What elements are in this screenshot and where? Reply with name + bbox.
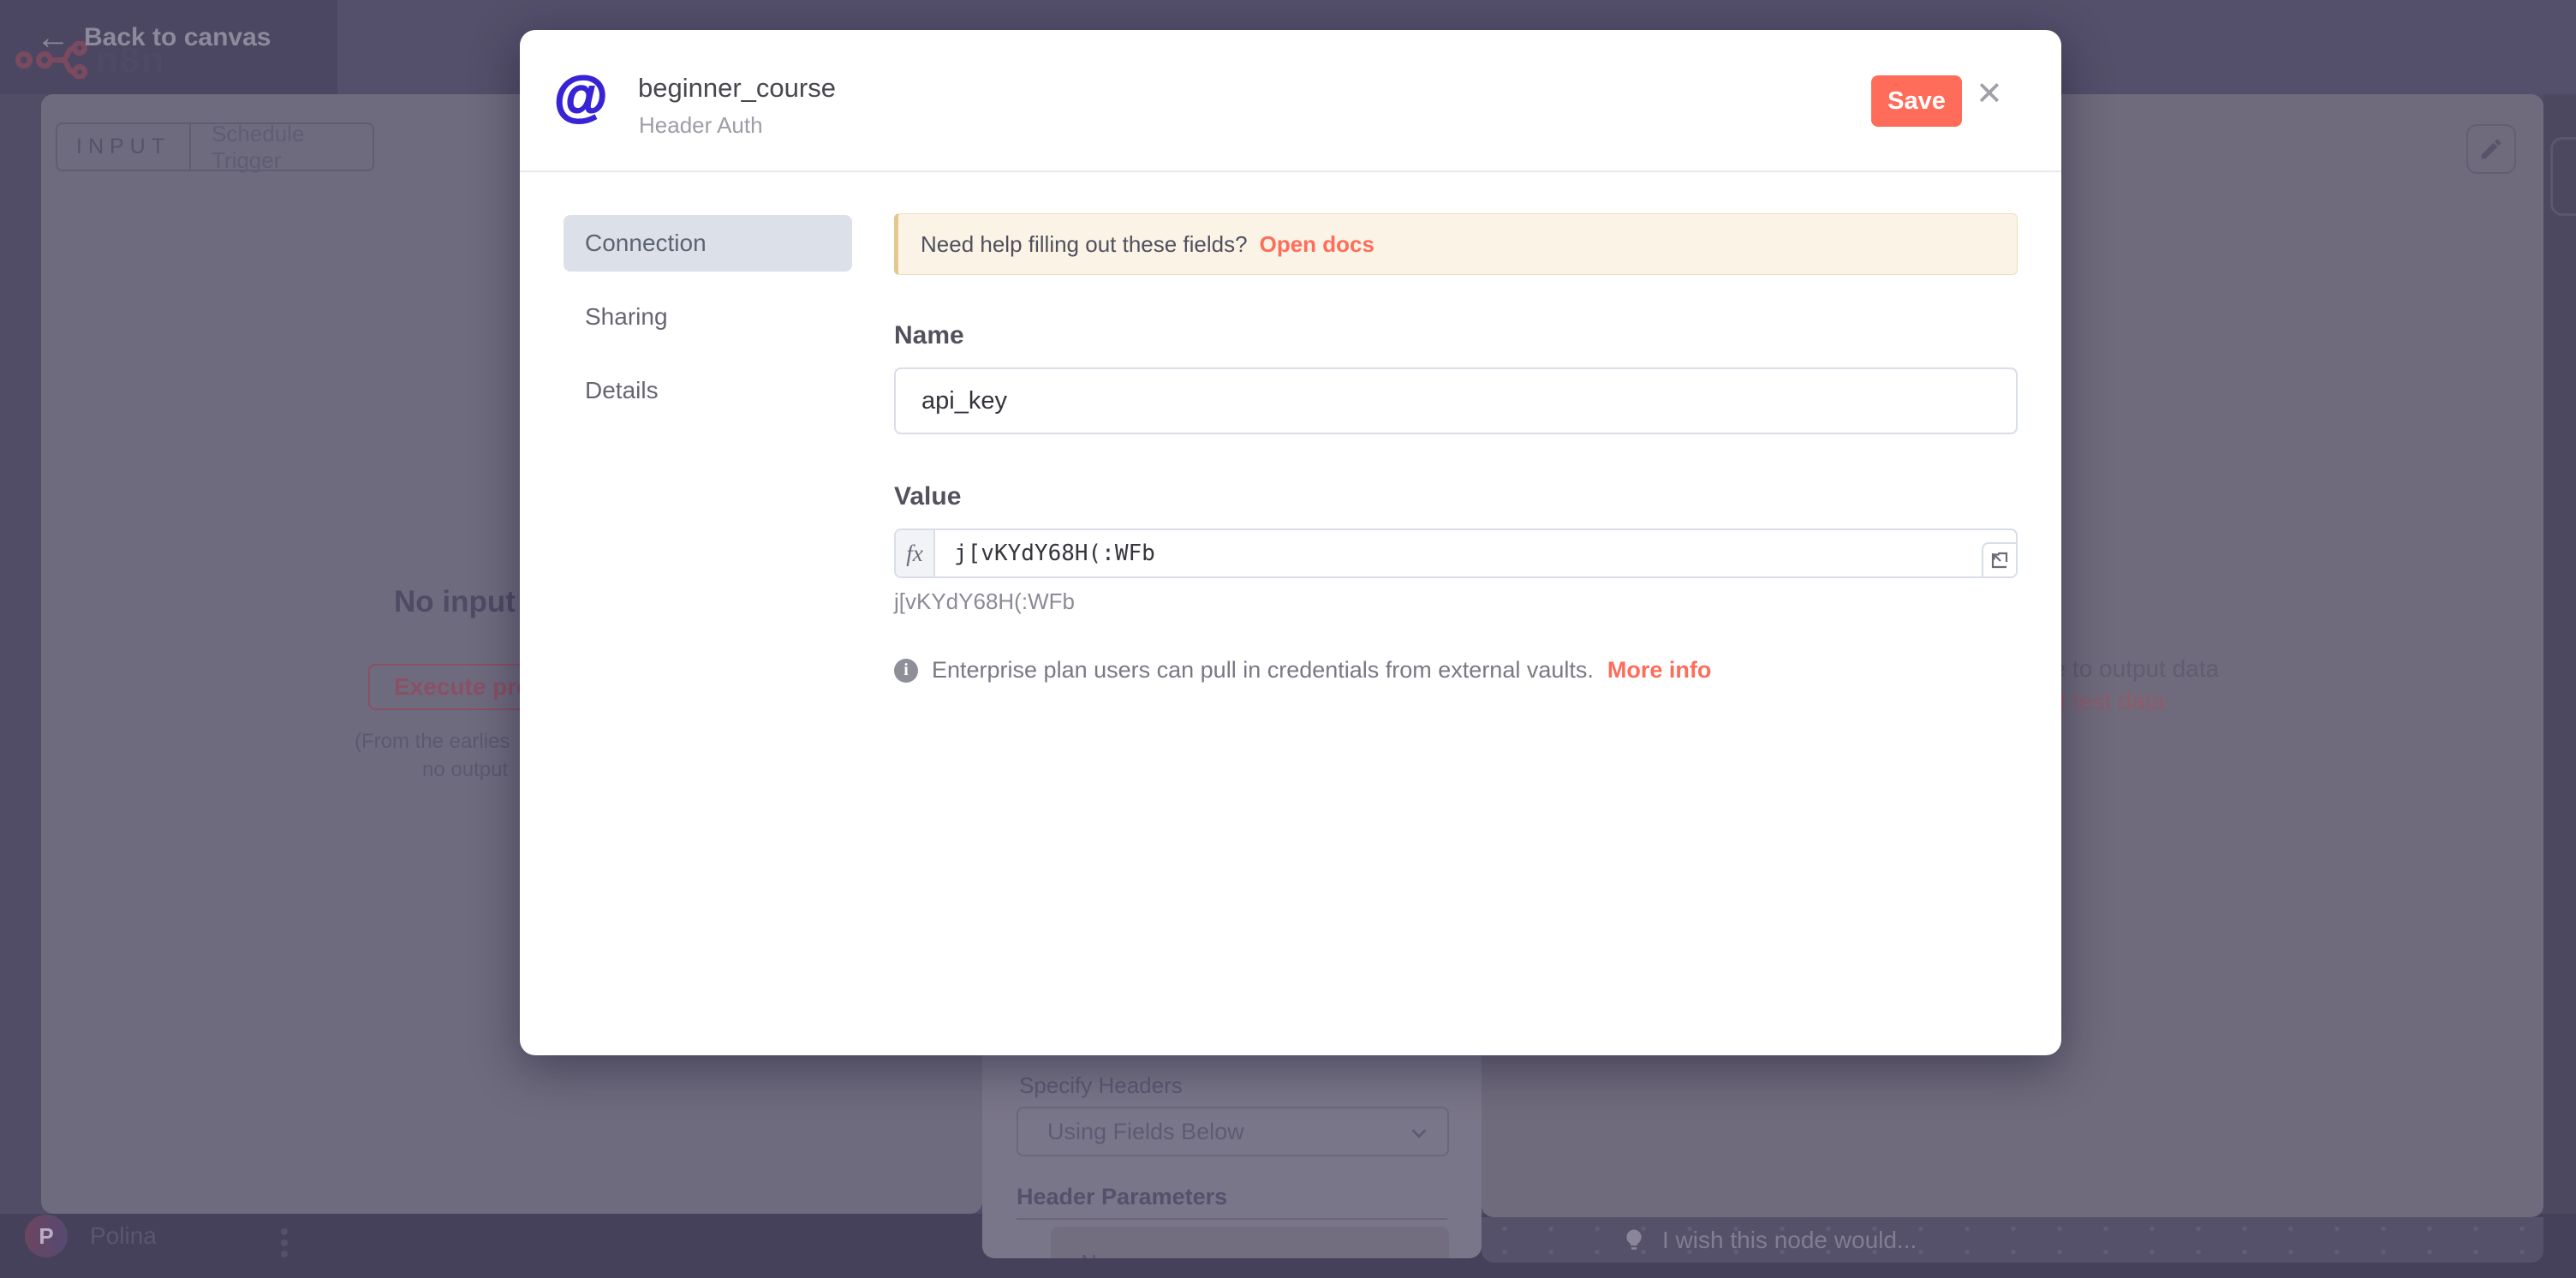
expand-expression-icon: [1989, 550, 2010, 570]
tab-details[interactable]: Details: [564, 362, 852, 419]
tab-sharing[interactable]: Sharing: [564, 289, 852, 345]
node-feedback-bar[interactable]: I wish this node would...: [1482, 1217, 2543, 1263]
back-to-canvas-label: Back to canvas: [84, 23, 271, 52]
credential-type-subtitle: Header Auth: [639, 112, 763, 139]
name-input[interactable]: [894, 367, 2018, 434]
header-parameter-card: Name: [1051, 1227, 1449, 1258]
output-empty-text: de to output data: [2039, 655, 2219, 683]
input-node-selector[interactable]: INPUT Schedule Trigger: [56, 122, 374, 171]
user-menu[interactable]: P Polina: [25, 1215, 157, 1257]
input-hint-line2: no output: [422, 758, 508, 782]
value-input-wrapper: fx: [894, 529, 2018, 578]
specify-headers-select-value: Using Fields Below: [1018, 1119, 1244, 1145]
header-auth-at-icon: @: [554, 64, 607, 128]
input-hint-line1: (From the earlies: [355, 730, 510, 754]
back-arrow-icon: ←: [36, 21, 70, 55]
info-icon: i: [894, 659, 918, 683]
open-docs-link[interactable]: Open docs: [1260, 231, 1374, 258]
avatar: P: [25, 1215, 68, 1257]
set-test-data-link[interactable]: t test data: [2060, 688, 2165, 715]
edit-pencil-icon: [2478, 136, 2504, 162]
header-parameters-divider: [1017, 1218, 1447, 1220]
credential-modal: @ beginner_course Header Auth Save ✕ Con…: [520, 30, 2061, 1055]
enterprise-info-text: Enterprise plan users can pull in creden…: [932, 657, 1594, 684]
value-input[interactable]: [935, 530, 2016, 576]
edit-output-button[interactable]: [2466, 124, 2516, 174]
lightbulb-icon: [1621, 1227, 1647, 1253]
back-to-canvas-button[interactable]: ← Back to canvas: [36, 21, 271, 55]
close-icon[interactable]: ✕: [1976, 78, 2003, 110]
docs-callout: Need help filling out these fields? Open…: [894, 213, 2018, 275]
node-feedback-placeholder: I wish this node would...: [1662, 1227, 1917, 1254]
chevron-down-icon: [1406, 1120, 1432, 1146]
specify-headers-label: Specify Headers: [1019, 1072, 1183, 1099]
n8n-app: n8n ← Back to canvas INPUT Schedule Trig…: [0, 0, 2576, 1278]
user-menu-kebab-icon[interactable]: [276, 1223, 293, 1263]
input-label: INPUT: [57, 124, 191, 170]
save-button[interactable]: Save: [1871, 75, 1962, 127]
tab-connection[interactable]: Connection: [564, 215, 852, 272]
name-field-label: Name: [894, 321, 964, 350]
expand-expression-button[interactable]: [1982, 542, 2016, 576]
parameter-name-label: Name: [1081, 1250, 1140, 1258]
value-field-label: Value: [894, 482, 961, 511]
enterprise-info-row: i Enterprise plan users can pull in cred…: [894, 657, 1711, 684]
docs-callout-text: Need help filling out these fields?: [921, 231, 1248, 258]
canvas-right-band: [2543, 94, 2576, 1214]
input-node-selector-value: Schedule Trigger: [191, 121, 373, 174]
value-hint-text: j[vKYdY68H(:WFb: [894, 588, 1075, 615]
workflow-node-outline: [2550, 137, 2576, 216]
credential-title: beginner_course: [638, 73, 836, 104]
modal-header-divider: [520, 170, 2061, 172]
fx-icon: fx: [896, 530, 935, 576]
user-name: Polina: [90, 1222, 157, 1250]
no-input-title: No input: [394, 585, 516, 619]
more-info-link[interactable]: More info: [1607, 657, 1712, 684]
specify-headers-select[interactable]: Using Fields Below: [1017, 1107, 1449, 1156]
header-parameters-label: Header Parameters: [1017, 1184, 1227, 1210]
